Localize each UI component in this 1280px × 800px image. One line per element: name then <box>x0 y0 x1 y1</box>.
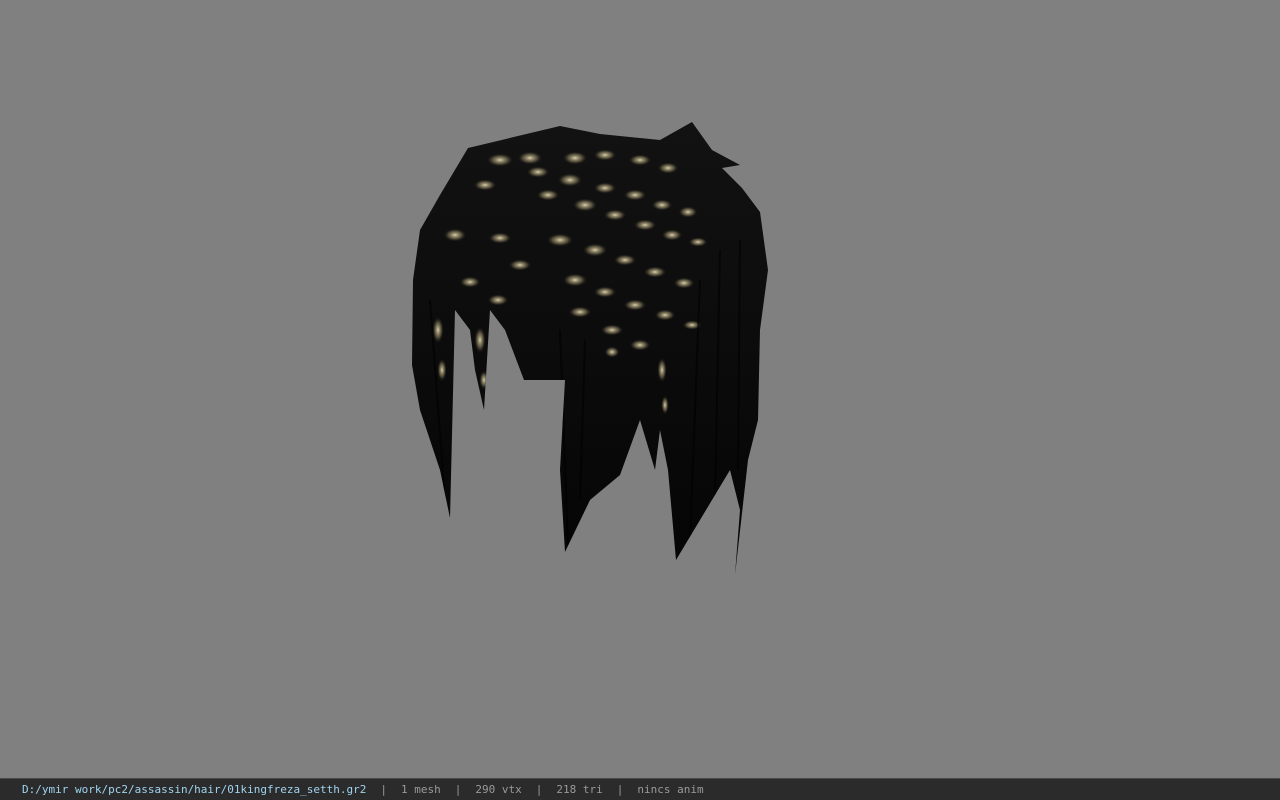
hair-silhouette <box>412 122 768 575</box>
mesh-count: 1 mesh <box>401 782 441 796</box>
triangle-count: 218 tri <box>556 782 603 796</box>
separator: | <box>616 782 624 796</box>
status-bar: D:/ymir work/pc2/assassin/hair/01kingfre… <box>0 778 1280 800</box>
vertex-count: 290 vtx <box>475 782 522 796</box>
separator: | <box>535 782 543 796</box>
separator: | <box>454 782 462 796</box>
separator: | <box>380 782 387 796</box>
hair-model-render <box>412 122 768 575</box>
file-path: D:/ymir work/pc2/assassin/hair/01kingfre… <box>22 782 367 796</box>
animation-status: nincs anim <box>637 782 704 796</box>
3d-viewport[interactable] <box>0 0 1280 778</box>
